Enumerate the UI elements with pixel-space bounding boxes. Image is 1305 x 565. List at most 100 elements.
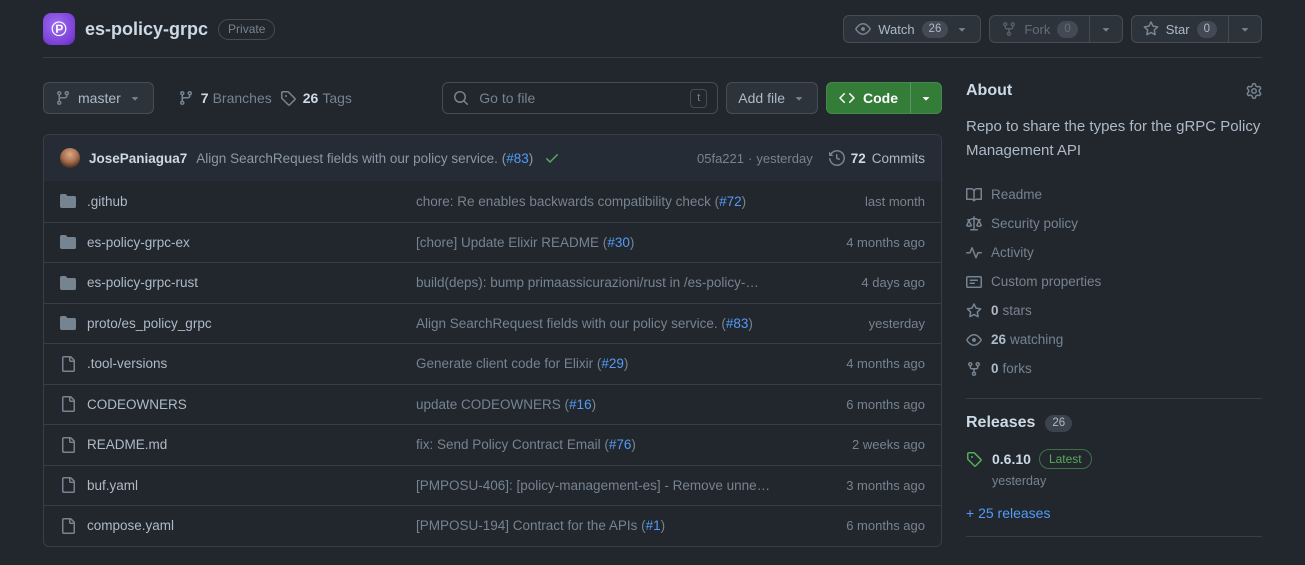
watch-count: 26: [921, 20, 949, 38]
branch-selector-button[interactable]: master: [43, 82, 154, 114]
pr-link[interactable]: #16: [569, 397, 592, 412]
table-row[interactable]: buf.yaml [PMPOSU-406]: [policy-managemen…: [44, 464, 941, 506]
file-name[interactable]: CODEOWNERS: [87, 397, 187, 412]
star-button-group: Star 0: [1130, 15, 1262, 43]
pr-link[interactable]: #83: [726, 316, 749, 331]
fork-label: Fork: [1024, 21, 1051, 37]
repo-name[interactable]: es-policy-grpc: [85, 19, 208, 40]
commits-label: Commits: [871, 150, 925, 166]
fork-dropdown-button[interactable]: [1089, 15, 1123, 43]
commit-message-text: ): [591, 396, 597, 412]
file-name[interactable]: .github: [87, 194, 128, 209]
file-name[interactable]: buf.yaml: [87, 478, 138, 493]
sidebar-item-readme[interactable]: Readme: [966, 180, 1262, 209]
git-branch-icon: [55, 90, 71, 106]
sidebar-item-custom-properties[interactable]: Custom properties: [966, 267, 1262, 296]
sidebar-item-label: watching: [1010, 332, 1064, 347]
releases-count: 26: [1045, 414, 1073, 432]
sidebar-item-forks[interactable]: 0 forks: [966, 354, 1262, 383]
row-commit-message[interactable]: build(deps): bump primaassicurazioni/rus…: [416, 275, 795, 290]
repo-sidebar: About Repo to share the types for the gR…: [966, 82, 1262, 552]
row-commit-message[interactable]: Align SearchRequest fields with our poli…: [416, 316, 795, 331]
sidebar-item-stars[interactable]: 0 stars: [966, 296, 1262, 325]
commit-sha-link[interactable]: 05fa221 · yesterday: [697, 151, 813, 166]
commit-history-link[interactable]: 72 Commits: [829, 150, 925, 166]
table-row[interactable]: .github chore: Re enables backwards comp…: [44, 181, 941, 222]
file-name[interactable]: es-policy-grpc-rust: [87, 275, 198, 290]
table-row[interactable]: README.md fix: Send Policy Contract Emai…: [44, 424, 941, 465]
fork-button[interactable]: Fork 0: [989, 15, 1090, 43]
row-commit-message[interactable]: update CODEOWNERS (#16): [416, 397, 795, 412]
branches-link[interactable]: 7 Branches: [178, 90, 272, 106]
latest-commit-message[interactable]: Align SearchRequest fields with our poli…: [196, 151, 533, 166]
commit-message-text: ): [741, 193, 747, 209]
commit-message-text: ): [748, 315, 753, 331]
sidebar-item-security-policy[interactable]: Security policy: [966, 209, 1262, 238]
author-avatar[interactable]: [60, 148, 80, 168]
commit-message-text: Align SearchRequest fields with our poli…: [416, 315, 726, 331]
file-name[interactable]: README.md: [87, 437, 167, 452]
pr-link[interactable]: #29: [601, 356, 624, 371]
dot-separator: ·: [748, 150, 753, 166]
more-releases-link[interactable]: + 25 releases: [966, 505, 1050, 521]
commit-date: 4 months ago: [846, 356, 925, 372]
commit-message-text: ): [528, 150, 534, 166]
caret-down-icon: [1099, 22, 1113, 36]
latest-release: 0.6.10 Latest yesterday: [966, 449, 1262, 488]
code-button[interactable]: Code: [826, 82, 910, 114]
commits-count: 72: [850, 150, 866, 166]
table-row[interactable]: compose.yaml [PMPOSU-194] Contract for t…: [44, 505, 941, 546]
pr-link[interactable]: #1: [646, 518, 661, 533]
repo-description: Repo to share the types for the gRPC Pol…: [966, 118, 1261, 159]
repo-avatar[interactable]: ℗: [43, 13, 75, 45]
pr-link[interactable]: #72: [719, 194, 742, 209]
row-commit-message[interactable]: Generate client code for Elixir (#29): [416, 356, 795, 371]
sidebar-item-label: Security policy: [991, 216, 1079, 231]
tags-count: 26: [302, 90, 319, 106]
table-row[interactable]: proto/es_policy_grpc Align SearchRequest…: [44, 302, 941, 344]
pr-link[interactable]: #76: [609, 437, 632, 452]
row-commit-message[interactable]: fix: Send Policy Contract Email (#76): [416, 437, 795, 452]
go-to-file-input[interactable]: [477, 89, 683, 107]
table-row[interactable]: .tool-versions Generate client code for …: [44, 343, 941, 384]
row-commit-message[interactable]: [PMPOSU-194] Contract for the APIs (#1): [416, 518, 795, 533]
releases-title[interactable]: Releases: [966, 414, 1035, 432]
star-button[interactable]: Star 0: [1130, 15, 1229, 43]
caret-down-icon: [128, 91, 142, 105]
github-repo-page: ℗ es-policy-grpc Private Watch 26 Fork 0: [0, 0, 1305, 552]
row-commit-message[interactable]: [chore] Update Elixir README (#30): [416, 235, 795, 250]
code-button-group: Code: [826, 82, 942, 114]
file-icon: [60, 396, 76, 412]
pr-link[interactable]: #30: [607, 235, 630, 250]
commit-message-text: [chore] Update Elixir README (: [416, 234, 608, 250]
star-dropdown-button[interactable]: [1229, 15, 1262, 43]
table-row[interactable]: es-policy-grpc-ex [chore] Update Elixir …: [44, 221, 941, 263]
add-file-button[interactable]: Add file: [726, 82, 818, 114]
visibility-badge: Private: [218, 18, 276, 40]
sidebar-item-watching[interactable]: 26 watching: [966, 325, 1262, 354]
sidebar-links: Readme Security policy Activity Custom p…: [966, 180, 1262, 383]
file-name[interactable]: compose.yaml: [87, 518, 174, 533]
row-commit-message[interactable]: [PMPOSU-406]: [policy-management-es] - R…: [416, 478, 795, 493]
file-name[interactable]: proto/es_policy_grpc: [87, 316, 212, 331]
commit-author[interactable]: JosePaniagua7: [89, 151, 187, 166]
table-row[interactable]: CODEOWNERS update CODEOWNERS (#16) 6 mon…: [44, 383, 941, 425]
commit-date: 4 days ago: [861, 275, 925, 291]
file-name[interactable]: .tool-versions: [87, 356, 167, 371]
table-row[interactable]: es-policy-grpc-rust build(deps): bump pr…: [44, 262, 941, 303]
tag-icon: [280, 90, 296, 106]
sidebar-item-label: stars: [1002, 303, 1032, 318]
gear-icon[interactable]: [1246, 83, 1262, 99]
go-to-file-search[interactable]: t: [442, 82, 719, 114]
row-commit-message[interactable]: chore: Re enables backwards compatibilit…: [416, 194, 795, 209]
check-status-icon[interactable]: [544, 150, 560, 166]
file-name[interactable]: es-policy-grpc-ex: [87, 235, 190, 250]
release-version[interactable]: 0.6.10: [992, 451, 1031, 467]
pr-link[interactable]: #83: [506, 151, 529, 166]
tags-link[interactable]: 26 Tags: [280, 90, 352, 106]
tags-label: Tags: [322, 90, 352, 106]
watch-button[interactable]: Watch 26: [843, 15, 982, 43]
sidebar-item-activity[interactable]: Activity: [966, 238, 1262, 267]
code-dropdown-button[interactable]: [910, 82, 942, 114]
sidebar-item-label: Custom properties: [991, 274, 1102, 289]
